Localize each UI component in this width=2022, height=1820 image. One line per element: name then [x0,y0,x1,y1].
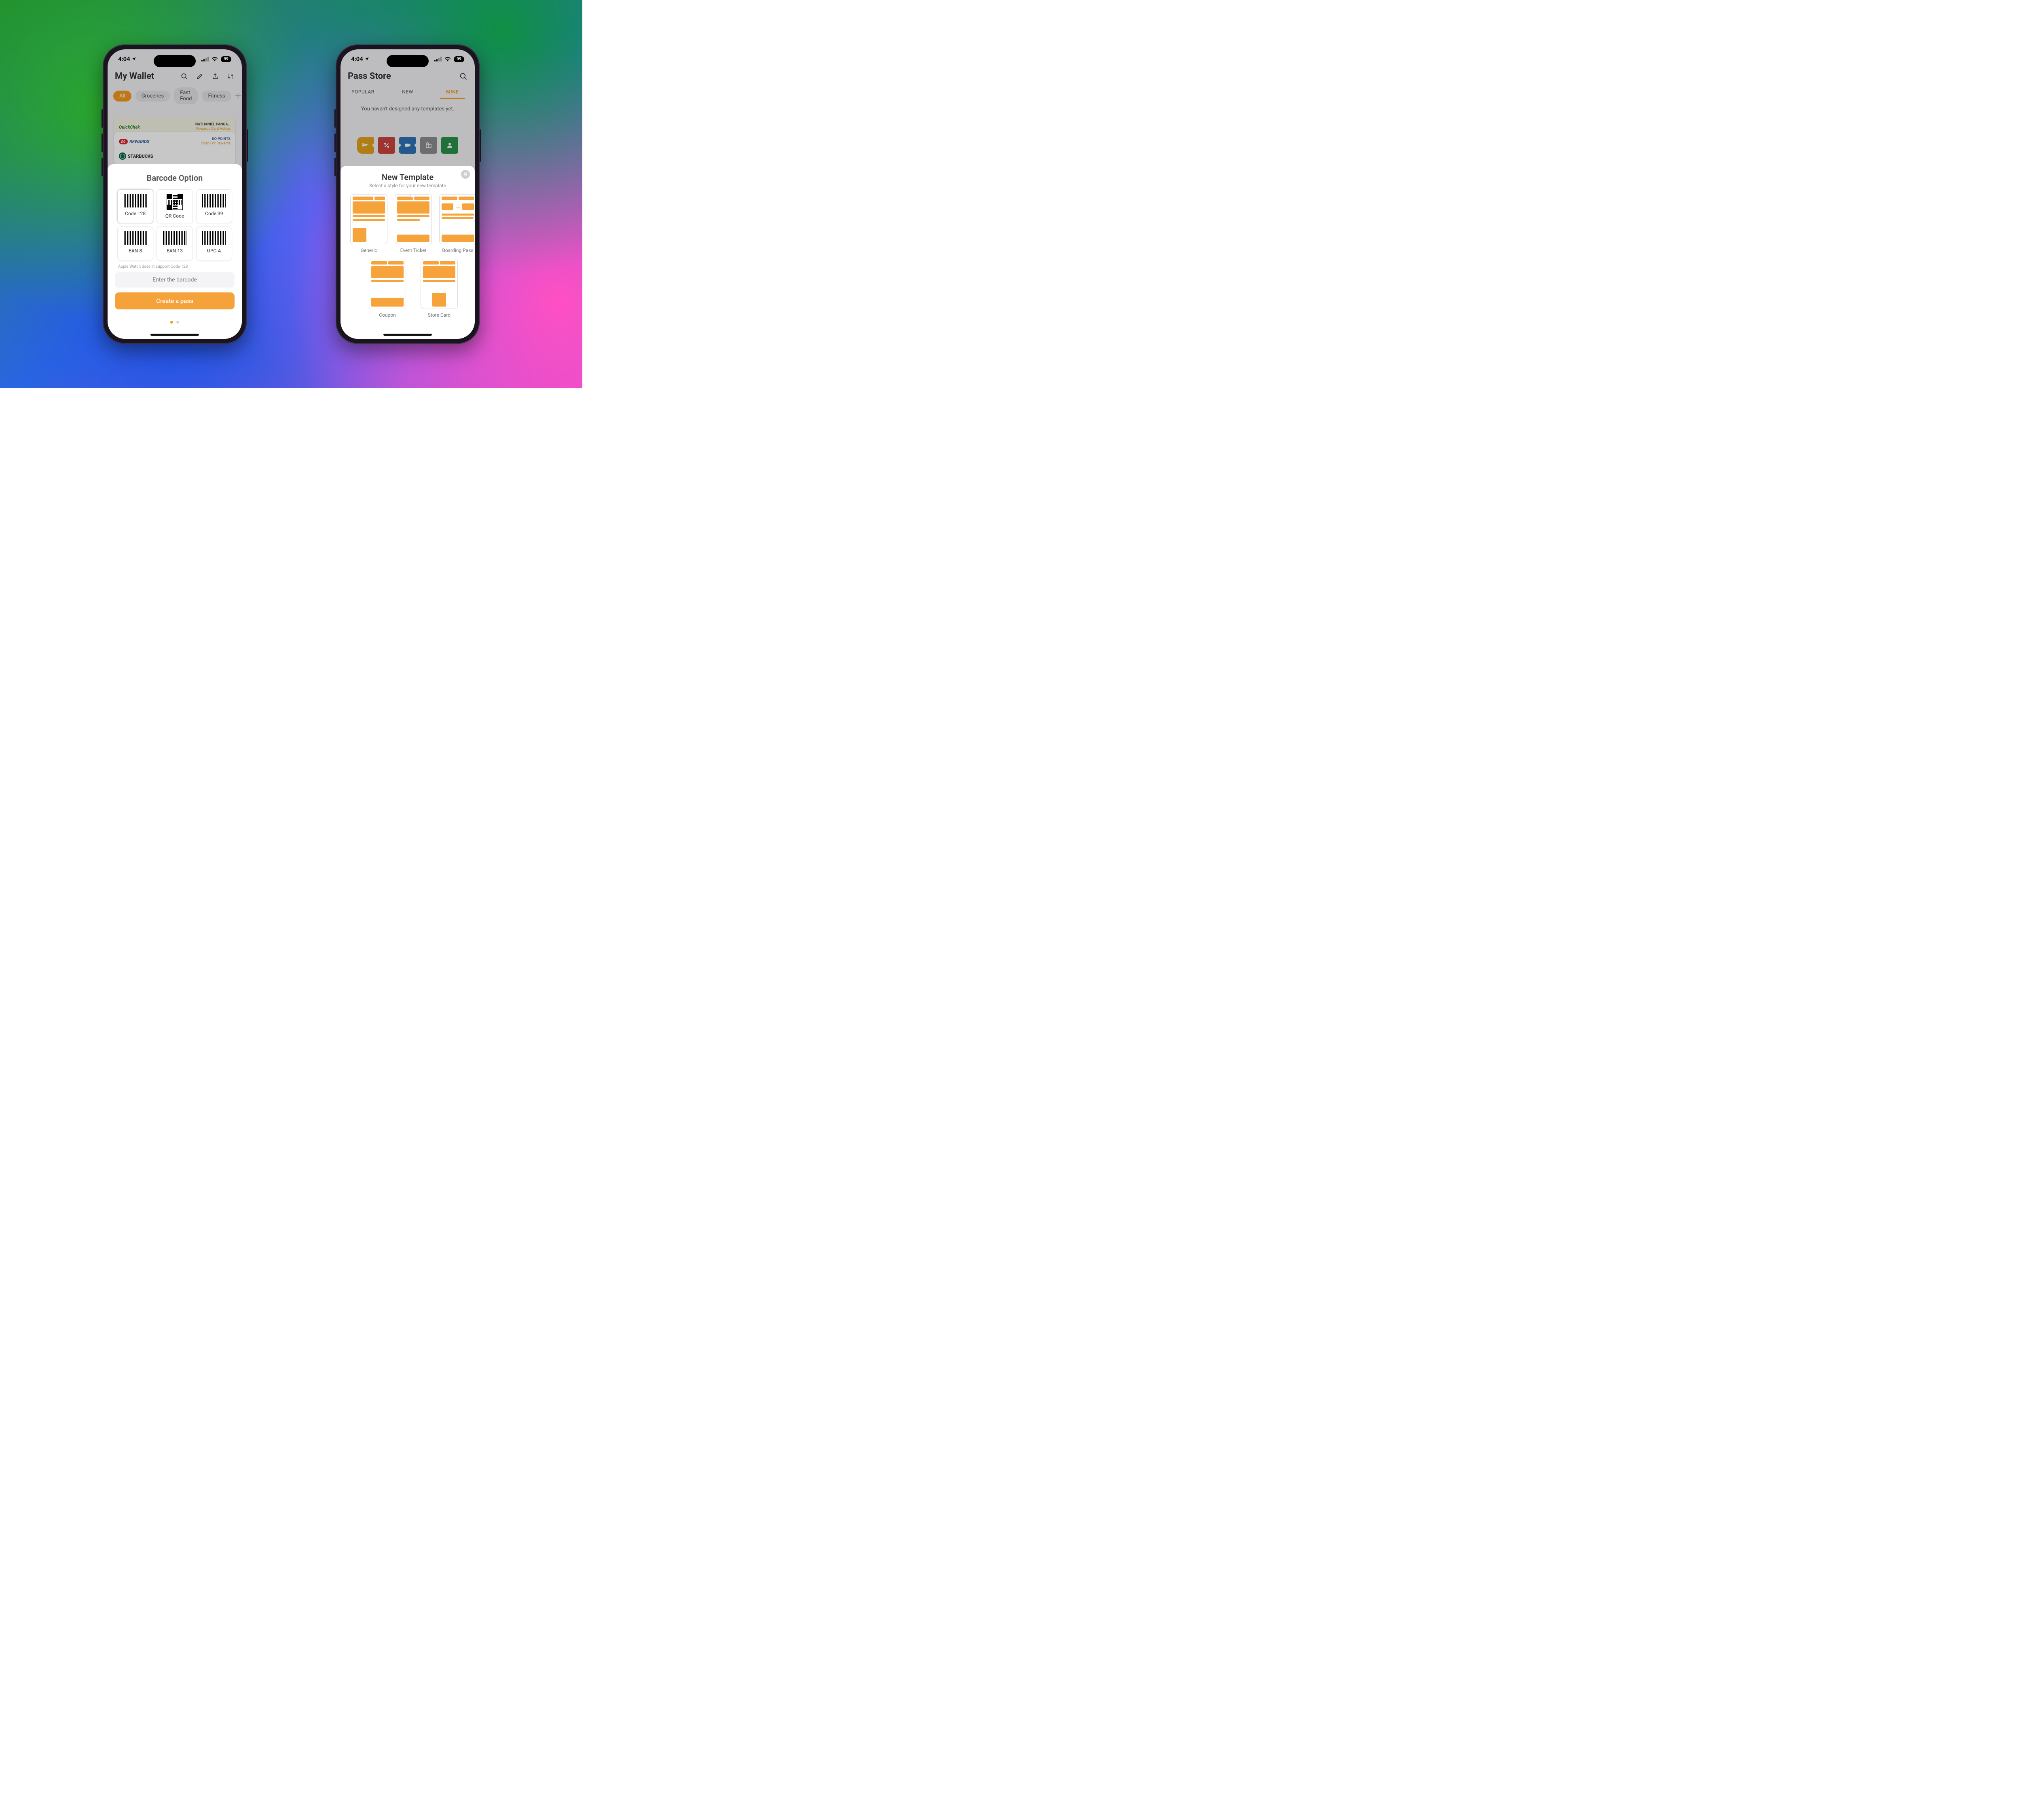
tile-membership[interactable] [441,137,458,154]
barcode-icon [163,231,186,245]
create-pass-button[interactable]: Create a pass [115,292,235,309]
share-icon[interactable] [211,72,219,80]
barcode-icon [202,231,226,245]
option-label: UPC-A [207,248,221,254]
wifi-icon [212,57,218,61]
option-ean-8[interactable]: EAN-8 [117,226,153,260]
phone-right: 4:04 99 Pass Store POPULAR NEW MINE You … [336,44,480,344]
tile-gift[interactable] [420,137,437,154]
time-text: 4:04 [118,55,130,63]
tab-popular[interactable]: POPULAR [341,85,385,99]
wallet-cards: QuickChek NATHANIEL PANGA…Rewards Card H… [114,117,235,161]
page-title: My Wallet [115,71,154,81]
filter-chips: All Groceries Fast Food Fitness ＋ [108,87,242,104]
edit-icon[interactable] [196,72,204,80]
barcode-icon [124,231,147,245]
brand-dq: REWARDS [129,139,149,144]
tile-boarding[interactable] [357,137,374,154]
location-arrow-icon [364,57,369,61]
tile-event[interactable] [399,137,416,154]
page-title: Pass Store [348,71,391,81]
chip-fitness[interactable]: Fitness [202,91,231,102]
option-code-128[interactable]: Code 128 [117,189,153,223]
dynamic-island [154,55,196,67]
tab-new[interactable]: NEW [385,85,430,99]
option-label: EAN-13 [167,248,183,254]
template-label: Event Ticket [395,248,432,253]
page-indicator [115,321,235,324]
starbucks-logo-icon [119,152,126,160]
dynamic-island [387,55,429,67]
card-sub: Scan For Rewards [201,142,231,146]
template-store-card[interactable]: Store Card [421,259,458,318]
wifi-icon [444,57,451,61]
new-template-sheet: ✕ New Template Select a style for your n… [341,166,475,339]
header: My Wallet [108,69,242,84]
template-boarding-pass[interactable]: → Boarding Pass [439,194,475,253]
card-name: NATHANIEL PANGA… [195,123,231,127]
footnote: Apple Watch doesn't support Code 128 [118,265,231,269]
battery-icon: 99 [221,56,231,62]
option-label: Code 128 [125,211,146,216]
option-label: QR Code [165,213,184,219]
category-tiles [341,137,475,154]
template-coupon[interactable]: Coupon [369,259,406,318]
template-generic[interactable]: Generic [350,194,387,253]
template-label: Store Card [421,312,458,318]
sheet-title: New Template [348,172,467,182]
location-arrow-icon [131,57,136,61]
phone-left: 4:04 99 My Wallet [103,44,247,344]
search-icon[interactable] [459,72,467,80]
battery-level: 99 [221,56,231,62]
card-sub: Rewards Card Holder [195,127,231,131]
chip-all[interactable]: All [113,91,131,102]
sheet-subtitle: Select a style for your new template [348,183,467,188]
home-indicator[interactable] [150,334,199,336]
sort-icon[interactable] [226,72,235,80]
template-label: Coupon [369,312,406,318]
close-icon[interactable]: ✕ [461,170,470,179]
screen: 4:04 99 My Wallet [108,49,242,339]
tab-bar: POPULAR NEW MINE [341,85,475,99]
sheet-title: Barcode Option [115,173,235,183]
dq-logo-icon [119,139,128,144]
empty-state-text: You haven't designed any templates yet. [341,106,475,112]
template-label: Generic [350,248,387,253]
home-indicator[interactable] [383,334,432,336]
barcode-input[interactable] [115,272,235,288]
tile-coupon[interactable] [378,137,395,154]
battery-icon: 99 [454,56,464,62]
template-event-ticket[interactable]: Event Ticket [395,194,432,253]
add-filter-icon[interactable]: ＋ [235,91,242,100]
screen: 4:04 99 Pass Store POPULAR NEW MINE You … [341,49,475,339]
barcode-icon [202,194,226,207]
option-ean-13[interactable]: EAN-13 [157,226,192,260]
chip-groceries[interactable]: Groceries [135,91,170,102]
tab-mine[interactable]: MINE [430,85,475,99]
barcode-option-sheet: Barcode Option Code 128 QR Code Code 39 … [108,164,242,339]
option-code-39[interactable]: Code 39 [196,189,232,223]
option-label: EAN-8 [129,248,142,254]
option-label: Code 39 [205,211,223,216]
barcode-icon [124,194,147,207]
cellular-signal-icon [201,57,209,61]
brand-starbucks: STARBUCKS [128,154,153,159]
status-time: 4:04 [118,55,136,63]
cellular-signal-icon [434,57,442,61]
header: Pass Store [341,70,475,83]
card-name: DQ POINTS [201,137,231,142]
option-qr-code[interactable]: QR Code [157,189,192,223]
card-starbucks[interactable]: STARBUCKS [114,146,235,166]
brand-quickchek: QuickChek [119,125,140,130]
template-label: Boarding Pass [439,248,475,253]
option-upc-a[interactable]: UPC-A [196,226,232,260]
time-text: 4:04 [351,55,363,63]
battery-level: 99 [454,56,464,62]
search-icon[interactable] [180,72,188,80]
qr-icon [167,194,183,210]
chip-fast-food[interactable]: Fast Food [174,87,198,104]
